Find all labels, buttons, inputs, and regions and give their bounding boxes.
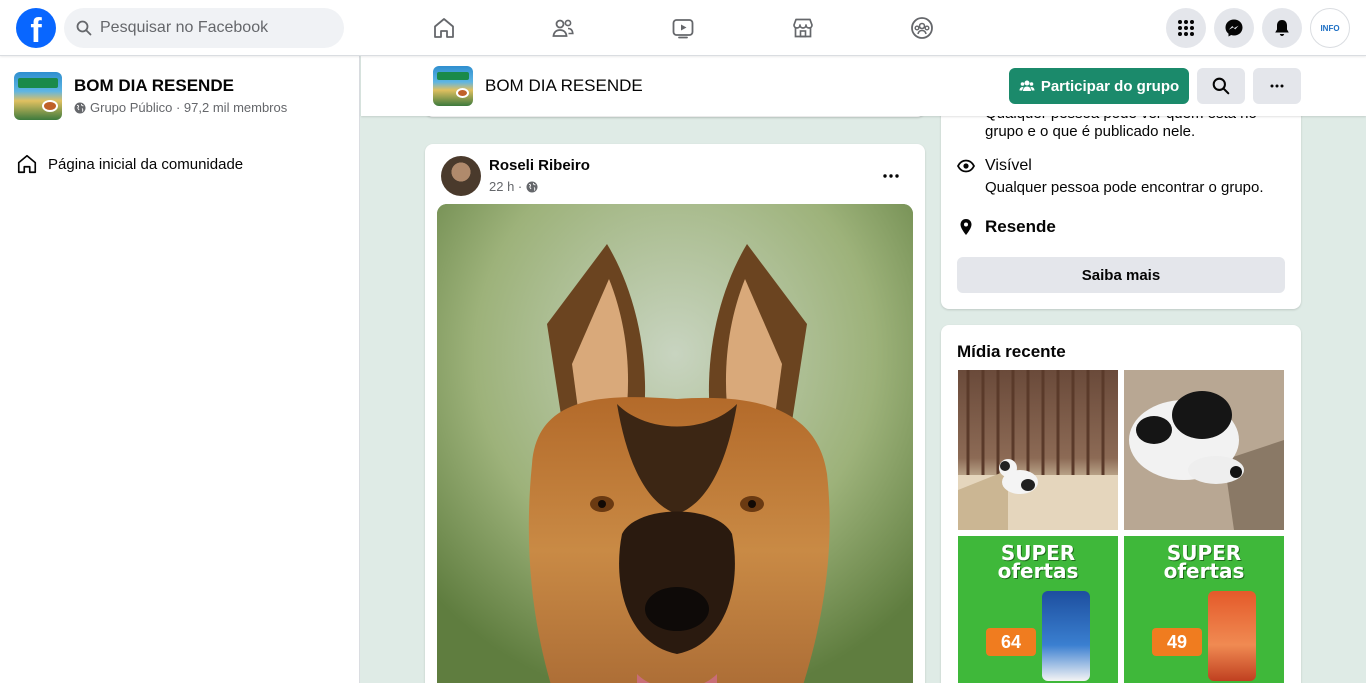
facebook-logo[interactable]: f xyxy=(16,8,56,48)
promo-price-badge: 49 xyxy=(1152,628,1202,656)
search-input[interactable] xyxy=(100,19,330,37)
profile-avatar[interactable]: INFO xyxy=(1310,8,1350,48)
promo-line-2: ofertas xyxy=(997,559,1079,583)
dog-food-bag-image xyxy=(1042,591,1090,681)
dog-lying-photo xyxy=(1124,370,1284,530)
media-thumbnail[interactable] xyxy=(958,370,1118,530)
friends-icon[interactable] xyxy=(547,12,579,44)
visible-description: Qualquer pessoa pode encontrar o grupo. xyxy=(985,179,1264,196)
promo-headline: SUPER ofertas xyxy=(1124,543,1284,583)
promo-line-2: ofertas xyxy=(1163,559,1245,583)
notifications-icon[interactable] xyxy=(1262,8,1302,48)
location-label[interactable]: Resende xyxy=(985,217,1056,237)
group-meta: Grupo Público · 97,2 mil membros xyxy=(74,100,287,115)
thumbnail-banner xyxy=(437,72,469,80)
sidebar-item-label: Página inicial da comunidade xyxy=(48,155,244,173)
top-navigation-bar: f INFO xyxy=(0,0,1366,56)
thumbnail-banner xyxy=(18,78,58,88)
watch-icon[interactable] xyxy=(667,12,699,44)
group-members-icon xyxy=(1019,80,1035,91)
search-box[interactable] xyxy=(64,8,344,48)
group-search-button[interactable] xyxy=(1197,68,1245,104)
location-pin-icon xyxy=(960,219,972,235)
promo-headline: SUPER ofertas xyxy=(958,543,1118,583)
messenger-icon[interactable] xyxy=(1214,8,1254,48)
media-thumbnail[interactable]: SUPER ofertas 49 xyxy=(1124,536,1284,683)
groups-icon[interactable] xyxy=(906,12,938,44)
marketplace-icon[interactable] xyxy=(787,12,819,44)
promo-price-badge: 64 xyxy=(986,628,1036,656)
sidebar-item-community-home[interactable]: Página inicial da comunidade xyxy=(16,152,243,176)
dog-by-gate-photo xyxy=(958,370,1118,530)
dog-food-bag-image xyxy=(1208,591,1256,681)
learn-more-button[interactable]: Saiba mais xyxy=(957,257,1285,293)
post-more-options[interactable] xyxy=(875,160,907,192)
post-card: Roseli Ribeiro 22 h · xyxy=(425,144,925,683)
post-photo[interactable] xyxy=(437,204,913,683)
visible-title: Visível xyxy=(985,157,1032,174)
group-name[interactable]: BOM DIA RESENDE xyxy=(74,76,234,96)
author-avatar[interactable] xyxy=(441,156,481,196)
left-sidebar: BOM DIA RESENDE Grupo Público · 97,2 mil… xyxy=(0,56,360,683)
home-icon[interactable] xyxy=(428,12,460,44)
group-header-title[interactable]: BOM DIA RESENDE xyxy=(485,76,643,96)
recent-media-title: Mídia recente xyxy=(957,342,1066,361)
join-group-button[interactable]: Participar do grupo xyxy=(1009,68,1189,104)
eye-icon xyxy=(957,159,975,173)
german-shepherd-photo xyxy=(437,204,913,683)
globe-icon xyxy=(74,102,86,113)
thumbnail-plate xyxy=(456,88,469,98)
media-thumbnail[interactable]: SUPER ofertas 64 xyxy=(958,536,1118,683)
home-icon xyxy=(17,154,37,174)
more-options-icon xyxy=(1270,84,1284,88)
recent-media-card: Mídia recente SUPER ofertas 64 SUPER ofe… xyxy=(941,325,1301,683)
about-group-card: Qualquer pessoa pode ver quem está no gr… xyxy=(941,100,1301,309)
private-visibility-text-2: grupo e o que é publicado nele. xyxy=(985,123,1196,140)
menu-grid-icon[interactable] xyxy=(1166,8,1206,48)
join-group-label: Participar do grupo xyxy=(1040,77,1180,95)
group-sticky-header: BOM DIA RESENDE Participar do grupo xyxy=(361,56,1366,116)
more-options-icon xyxy=(883,174,899,178)
group-more-button[interactable] xyxy=(1253,68,1301,104)
post-author[interactable]: Roseli Ribeiro xyxy=(489,157,590,174)
post-time[interactable]: 22 h · xyxy=(489,179,522,194)
globe-icon xyxy=(526,181,538,192)
group-cover-thumbnail-small[interactable] xyxy=(433,66,473,106)
group-meta-text: Grupo Público · 97,2 mil membros xyxy=(90,100,288,115)
search-icon xyxy=(76,20,92,36)
thumbnail-plate xyxy=(42,100,58,112)
post-meta: 22 h · xyxy=(489,179,538,194)
search-icon xyxy=(1212,77,1230,95)
media-thumbnail[interactable] xyxy=(1124,370,1284,530)
group-cover-thumbnail[interactable] xyxy=(14,72,62,120)
